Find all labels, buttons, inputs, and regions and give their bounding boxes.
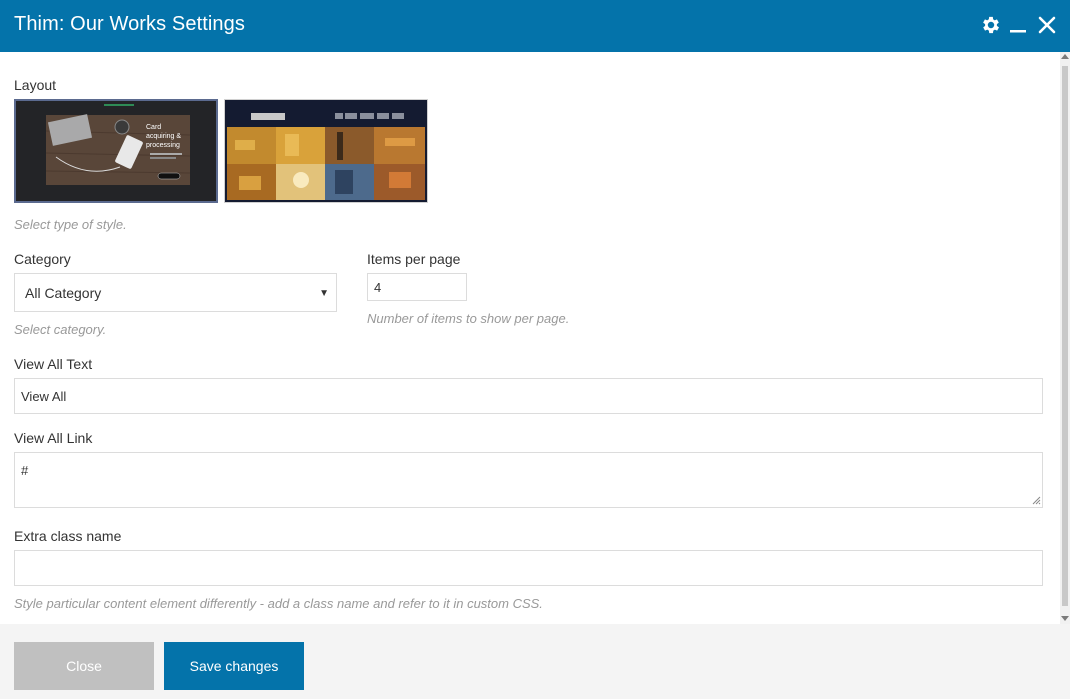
resize-handle-icon[interactable] bbox=[1031, 495, 1041, 505]
gear-icon[interactable] bbox=[979, 13, 1003, 37]
view-all-link-label: View All Link bbox=[14, 430, 93, 446]
dialog-footer: Close Save changes bbox=[0, 624, 1070, 699]
extra-class-help-text: Style particular content element differe… bbox=[14, 596, 543, 611]
layout-option-style-2[interactable] bbox=[224, 99, 428, 203]
layout-preview-image-2 bbox=[225, 100, 427, 202]
svg-text:Card: Card bbox=[146, 124, 161, 131]
category-select[interactable]: All Category ▼ bbox=[14, 273, 337, 312]
close-button[interactable]: Close bbox=[14, 642, 154, 690]
svg-text:processing: processing bbox=[146, 142, 180, 149]
view-all-text-label: View All Text bbox=[14, 356, 93, 372]
view-all-text-input[interactable] bbox=[14, 378, 1043, 414]
layout-option-style-1[interactable]: Card acquiring & processing bbox=[14, 99, 218, 203]
items-per-page-label: Items per page bbox=[367, 251, 461, 267]
items-per-page-help-text: Number of items to show per page. bbox=[367, 311, 570, 326]
scroll-down-arrow-icon[interactable] bbox=[1061, 616, 1069, 621]
layout-label: Layout bbox=[14, 77, 57, 93]
extra-class-label: Extra class name bbox=[14, 528, 122, 544]
chevron-down-icon: ▼ bbox=[319, 288, 329, 299]
dialog-title: Thim: Our Works Settings bbox=[14, 13, 245, 35]
items-per-page-input[interactable] bbox=[367, 273, 467, 301]
layout-preview-image-1: Card acquiring & processing bbox=[16, 101, 216, 201]
dialog-header: Thim: Our Works Settings bbox=[0, 0, 1070, 52]
minimize-icon[interactable] bbox=[1006, 13, 1030, 37]
settings-form: Layout Card acquiring & processing Selec… bbox=[0, 52, 1060, 624]
close-icon[interactable] bbox=[1035, 13, 1059, 37]
category-label: Category bbox=[14, 251, 71, 267]
layout-help-text: Select type of style. bbox=[14, 217, 127, 232]
scrollbar-thumb[interactable] bbox=[1062, 66, 1068, 606]
save-changes-button[interactable]: Save changes bbox=[164, 642, 304, 690]
svg-text:acquiring &: acquiring & bbox=[146, 133, 181, 140]
extra-class-input[interactable] bbox=[14, 550, 1043, 586]
category-help-text: Select category. bbox=[14, 322, 107, 337]
scroll-up-arrow-icon[interactable] bbox=[1061, 54, 1069, 59]
category-selected-value: All Category bbox=[25, 285, 102, 301]
view-all-link-textarea[interactable]: # bbox=[14, 452, 1043, 508]
content-scrollbar[interactable] bbox=[1060, 52, 1070, 624]
